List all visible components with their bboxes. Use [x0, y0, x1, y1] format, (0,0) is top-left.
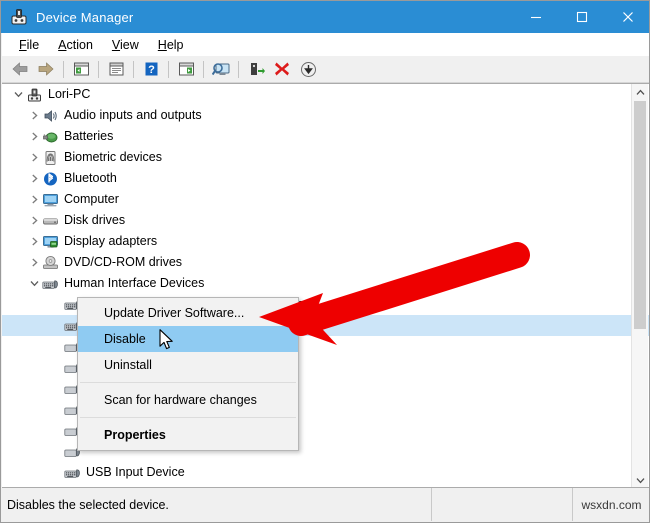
speaker-icon — [42, 108, 60, 124]
tree-row-label: Lori-PC — [48, 87, 91, 101]
tree-row-bluetooth[interactable]: Bluetooth — [2, 168, 649, 189]
chevron-right-icon[interactable] — [26, 231, 42, 252]
disable-device-button[interactable] — [295, 57, 321, 81]
battery-icon — [42, 129, 60, 145]
tree-row-display-adapters[interactable]: Display adapters — [2, 231, 649, 252]
tree-row-label: USB Input Device — [86, 465, 185, 479]
menu-action-accel: A — [58, 37, 67, 52]
tree-row-label: Display adapters — [64, 234, 158, 248]
minimize-button[interactable] — [513, 1, 559, 33]
chevron-right-icon[interactable] — [26, 126, 42, 147]
tree-row-label: Human Interface Devices — [64, 276, 205, 290]
show-hide-console-tree-button[interactable] — [68, 57, 94, 81]
status-segment-2 — [431, 488, 572, 521]
context-menu-item-scan-for-hardware-changes[interactable]: Scan for hardware changes — [78, 387, 298, 413]
tree-row-label: Bluetooth — [64, 171, 117, 185]
tree-row-human-interface-devices[interactable]: Human Interface Devices — [2, 273, 649, 294]
bluetooth-icon — [42, 171, 60, 187]
tree-row-label: Batteries — [64, 129, 114, 143]
scrollbar-track[interactable] — [632, 101, 648, 472]
menu-action[interactable]: Action — [49, 36, 103, 54]
toolbar-separator-6 — [238, 60, 239, 78]
context-menu[interactable]: Update Driver Software... Disable Uninst… — [77, 297, 299, 451]
tree-row-lori-pc[interactable]: Lori-PC — [2, 84, 649, 105]
chevron-right-icon[interactable] — [26, 189, 42, 210]
tree-row-label: Disk drives — [64, 213, 126, 227]
svg-text:?: ? — [148, 64, 155, 76]
tree-row-biometric[interactable]: Biometric devices — [2, 147, 649, 168]
maximize-button[interactable] — [559, 1, 605, 33]
toolbar-separator-5 — [203, 60, 204, 78]
menu-view-rest: iew — [120, 37, 139, 52]
tree-row-computer[interactable]: Computer — [2, 189, 649, 210]
monitor-icon — [42, 192, 60, 208]
device-manager-window: Device Manager File Action View Help ? L… — [0, 0, 650, 523]
chevron-right-icon[interactable] — [26, 210, 42, 231]
uninstall-device-button[interactable] — [269, 57, 295, 81]
chevron-right-icon[interactable] — [26, 105, 42, 126]
menu-action-rest: ction — [66, 37, 93, 52]
chevron-right-icon[interactable] — [26, 168, 42, 189]
mouse-cursor — [159, 329, 175, 357]
hid-icon — [42, 276, 60, 292]
chevron-down-icon[interactable] — [10, 84, 26, 105]
status-message: Disables the selected device. — [7, 497, 169, 512]
display-adapter-icon — [42, 234, 60, 250]
menu-bar: File Action View Help — [2, 33, 649, 56]
window-title: Device Manager — [36, 9, 134, 25]
scrollbar-thumb[interactable] — [634, 101, 646, 329]
menu-file[interactable]: File — [10, 36, 49, 54]
watermark: wsxdn.com — [572, 488, 649, 521]
toolbar-separator-3 — [133, 60, 134, 78]
context-menu-item-update-driver-software[interactable]: Update Driver Software... — [78, 300, 298, 326]
tree-row-dvd-cdrom[interactable]: DVD/CD-ROM drives — [2, 252, 649, 273]
tree-row-label: DVD/CD-ROM drives — [64, 255, 183, 269]
status-bar: Disables the selected device. wsxdn.com — [2, 487, 649, 521]
tree-row-usb-input-device-1[interactable]: USB Input Device — [2, 462, 649, 483]
show-details-button[interactable] — [173, 57, 199, 81]
toolbar-separator-4 — [168, 60, 169, 78]
tree-row-label: Computer — [64, 192, 119, 206]
menu-file-accel: F — [19, 37, 27, 52]
menu-file-rest: ile — [26, 37, 40, 52]
tree-row-audio[interactable]: Audio inputs and outputs — [2, 105, 649, 126]
window-controls — [513, 1, 649, 33]
context-menu-item-disable[interactable]: Disable — [78, 326, 298, 352]
menu-view[interactable]: View — [103, 36, 149, 54]
context-menu-item-properties[interactable]: Properties — [78, 422, 298, 448]
context-menu-item-uninstall[interactable]: Uninstall — [78, 352, 298, 378]
device-manager-icon — [9, 7, 29, 27]
update-driver-button[interactable] — [243, 57, 269, 81]
back-button[interactable] — [7, 57, 33, 81]
forward-button[interactable] — [33, 57, 59, 81]
chevron-right-icon[interactable] — [26, 252, 42, 273]
tree-row-disk-drives[interactable]: Disk drives — [2, 210, 649, 231]
toolbar-separator-2 — [98, 60, 99, 78]
vertical-scrollbar[interactable] — [631, 84, 648, 489]
context-menu-separator-2 — [80, 417, 296, 418]
title-bar[interactable]: Device Manager — [1, 1, 649, 33]
tree-row-label: Audio inputs and outputs — [64, 108, 202, 122]
hid-icon — [64, 465, 82, 481]
menu-view-accel: V — [111, 37, 121, 52]
optical-drive-icon — [42, 255, 60, 271]
tree-row-batteries[interactable]: Batteries — [2, 126, 649, 147]
toolbar: ? — [2, 56, 649, 83]
computer-root-icon — [26, 87, 44, 103]
help-button[interactable]: ? — [138, 57, 164, 81]
scan-hardware-changes-button[interactable] — [208, 57, 234, 81]
chevron-right-icon[interactable] — [26, 147, 42, 168]
context-menu-separator-1 — [80, 382, 296, 383]
disk-drive-icon — [42, 213, 60, 229]
menu-help-rest: elp — [166, 37, 184, 52]
fingerprint-icon — [42, 150, 60, 166]
close-button[interactable] — [605, 1, 649, 33]
properties-button[interactable] — [103, 57, 129, 81]
toolbar-separator-1 — [63, 60, 64, 78]
menu-help-accel: H — [157, 37, 167, 52]
tree-row-label: Biometric devices — [64, 150, 162, 164]
scroll-up-button[interactable] — [632, 84, 648, 101]
menu-help[interactable]: Help — [149, 36, 194, 54]
chevron-down-icon[interactable] — [26, 273, 42, 294]
